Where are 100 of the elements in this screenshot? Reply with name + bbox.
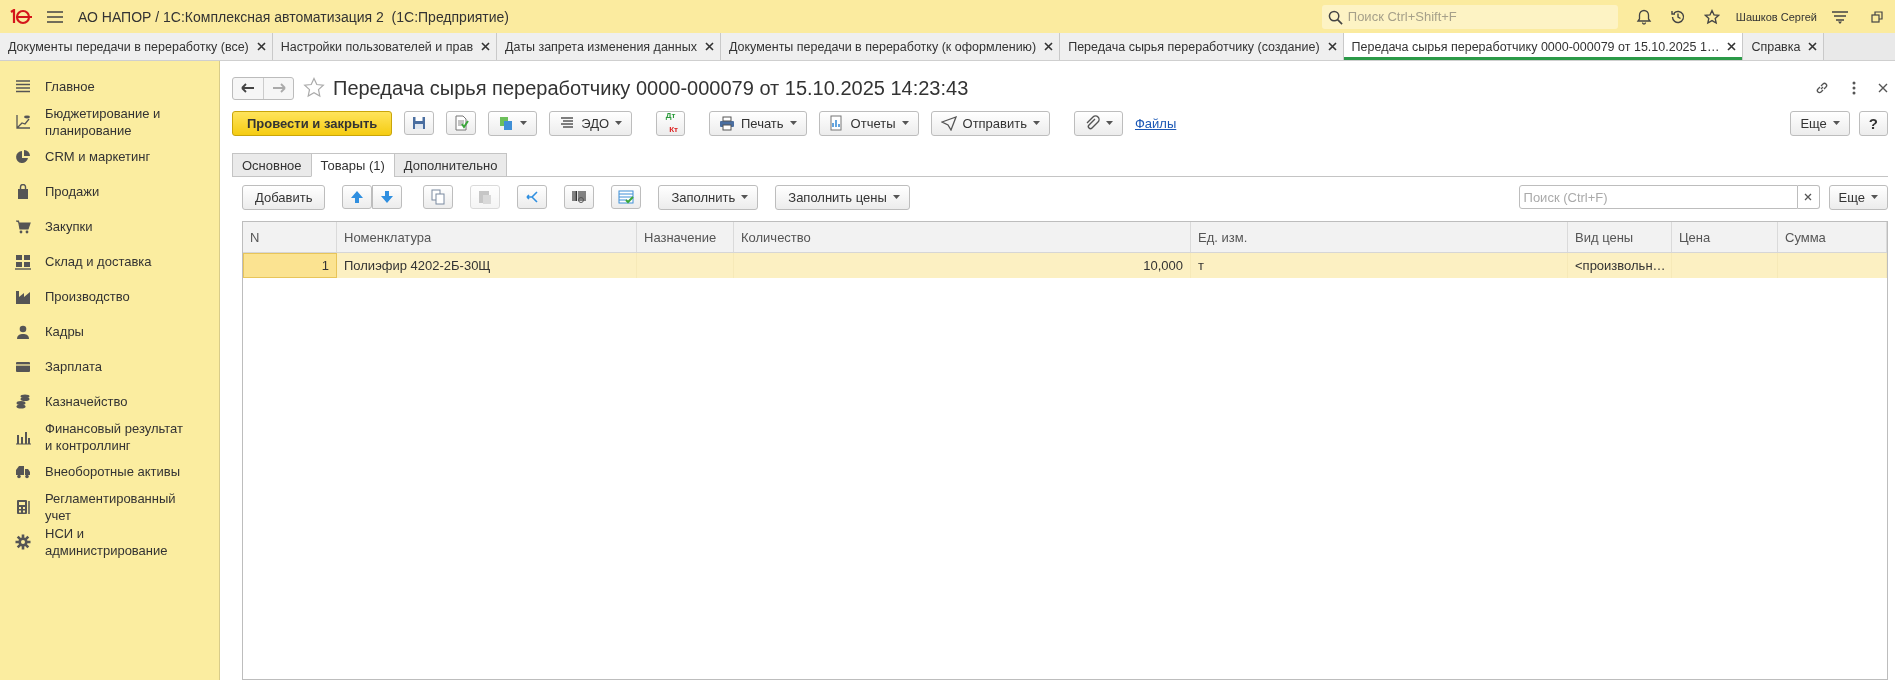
close-icon[interactable]: [704, 42, 714, 51]
column-header[interactable]: Назначение: [637, 222, 734, 252]
chart-axes-icon[interactable]: [15, 113, 31, 130]
user-menu-icon[interactable]: [1831, 9, 1849, 24]
sidebar-item[interactable]: Зарплата: [45, 358, 102, 375]
close-icon[interactable]: [481, 42, 491, 51]
window-tab[interactable]: Справка: [1743, 33, 1825, 60]
truck-icon[interactable]: [15, 463, 31, 480]
more-button[interactable]: Еще: [1828, 184, 1888, 210]
window-tab[interactable]: Документы передачи в переработку (к оформлению): [720, 33, 1061, 60]
bell-icon[interactable]: [1635, 8, 1652, 25]
menu-icon[interactable]: [46, 9, 64, 24]
close-icon[interactable]: [1727, 42, 1737, 51]
toolbar-button[interactable]: [564, 185, 595, 209]
column-header[interactable]: Номенклатура: [337, 222, 637, 252]
toolbar-menu-button[interactable]: Заполнить цены: [775, 184, 910, 210]
column-header[interactable]: Цена: [1672, 222, 1778, 252]
add-button[interactable]: Добавить: [242, 184, 326, 210]
toolbar-menu-button[interactable]: Отправить: [930, 110, 1050, 136]
table-cell: т: [1191, 253, 1568, 278]
caret-icon: [789, 121, 797, 125]
more-button[interactable]: Еще: [1790, 110, 1850, 136]
caret-icon: [520, 121, 528, 125]
user-name[interactable]: Шашков Сергей: [1735, 10, 1817, 23]
close-icon[interactable]: [1878, 83, 1888, 93]
list-icon[interactable]: [15, 78, 31, 95]
form-tab[interactable]: Товары (1): [310, 153, 394, 177]
close-icon[interactable]: [1808, 42, 1818, 51]
calculator-icon[interactable]: [15, 498, 31, 515]
pie-chart-icon[interactable]: [15, 148, 31, 165]
more-icon[interactable]: [1852, 81, 1856, 95]
toolbar-menu-button[interactable]: [1074, 110, 1123, 136]
column-header[interactable]: Ед. изм.: [1191, 222, 1568, 252]
table-check-icon: [618, 189, 635, 205]
star-icon[interactable]: [303, 77, 325, 99]
sidebar-item[interactable]: Главное: [45, 78, 95, 95]
star-icon[interactable]: [1703, 8, 1720, 25]
toolbar-button[interactable]: [446, 111, 477, 135]
document-title: Передача сырья переработчику 0000-000079 от 15.10.2025 14:23:43: [333, 76, 969, 100]
save-icon: [411, 115, 428, 131]
window-tab[interactable]: Документы передачи в переработку (все): [0, 33, 273, 60]
sidebar-item[interactable]: Кадры: [45, 323, 84, 340]
document-check-icon: [453, 115, 470, 131]
logo-icon: [8, 8, 32, 25]
gear-icon[interactable]: [15, 533, 31, 550]
table-cell: Полиэфир 4202-2Б-30Щ: [337, 253, 637, 278]
factory-icon[interactable]: [15, 288, 31, 305]
accounting-entries-button[interactable]: Дт Кт: [656, 110, 685, 136]
form-tab[interactable]: Основное: [232, 153, 311, 177]
column-header[interactable]: Количество: [734, 222, 1191, 252]
sidebar-item[interactable]: Бюджетирование и планирование: [45, 104, 187, 139]
history-icon[interactable]: [1669, 8, 1686, 25]
window-tab[interactable]: Передача сырья переработчику (создание): [1060, 33, 1344, 60]
sidebar-item[interactable]: Продажи: [45, 183, 100, 200]
toolbar-menu-button[interactable]: ЭДО: [549, 110, 633, 136]
help-button[interactable]: ?: [1858, 110, 1888, 136]
sidebar-item[interactable]: Казначейство: [45, 393, 128, 410]
sidebar-item[interactable]: Регламентированный учет: [45, 489, 187, 524]
toolbar-menu-button[interactable]: Отчеты: [818, 110, 919, 136]
sidebar-item[interactable]: Закупки: [45, 218, 93, 235]
clear-icon[interactable]: [1804, 193, 1813, 201]
coins-icon[interactable]: [15, 393, 31, 410]
bag-icon[interactable]: [15, 183, 31, 200]
close-icon[interactable]: [256, 42, 266, 51]
toolbar-button[interactable]: [404, 111, 435, 135]
search-field[interactable]: Поиск Ctrl+Shift+F: [1321, 4, 1618, 29]
close-icon[interactable]: [1044, 42, 1054, 51]
link-icon[interactable]: [1814, 80, 1830, 96]
column-header[interactable]: Вид цены: [1568, 222, 1672, 252]
printer-icon: [719, 115, 735, 131]
window-tab[interactable]: Передача сырья переработчику 0000-000079 от 15.10.2025 1…: [1343, 33, 1744, 60]
sidebar-item[interactable]: Внеоборотные активы: [45, 463, 180, 480]
grid-icon[interactable]: [15, 253, 31, 270]
close-icon[interactable]: [1327, 42, 1337, 51]
caret-icon: [1871, 195, 1878, 199]
search-field[interactable]: Поиск (Ctrl+F): [1518, 185, 1798, 209]
person-icon[interactable]: [15, 323, 31, 340]
sidebar-item[interactable]: CRM и маркетинг: [45, 148, 151, 165]
restore-window-icon[interactable]: [1871, 10, 1883, 23]
window-tab[interactable]: Настройки пользователей и прав: [272, 33, 498, 60]
caret-icon: [1832, 121, 1840, 125]
toolbar-menu-button[interactable]: [488, 110, 538, 136]
caret-icon: [1033, 121, 1040, 125]
toolbar-menu-button[interactable]: Заполнить: [658, 184, 759, 210]
toolbar-menu-button[interactable]: Печать: [709, 110, 807, 136]
files-link[interactable]: Файлы: [1135, 115, 1177, 131]
sidebar-item[interactable]: НСИ и администрирование: [45, 524, 187, 559]
window-tab[interactable]: Даты запрета изменения данных: [497, 33, 721, 60]
cart-icon[interactable]: [15, 218, 31, 235]
table-row[interactable]: 1 Полиэфир 4202-2Б-30Щ 10,000 т <произвольн…: [243, 253, 1887, 278]
post-and-close-button[interactable]: Провести и закрыть: [232, 110, 393, 136]
column-header[interactable]: N: [243, 222, 337, 252]
toolbar-button[interactable]: [517, 185, 548, 209]
sidebar-item[interactable]: Склад и доставка: [45, 253, 152, 270]
form-tab[interactable]: Дополнительно: [393, 153, 508, 177]
column-header[interactable]: Сумма: [1778, 222, 1887, 252]
toolbar-button[interactable]: [372, 185, 403, 209]
toolbar-button[interactable]: [342, 185, 373, 209]
sidebar-item[interactable]: Производство: [45, 288, 130, 305]
sidebar-item[interactable]: Финансовый результат и контроллинг: [45, 419, 187, 454]
